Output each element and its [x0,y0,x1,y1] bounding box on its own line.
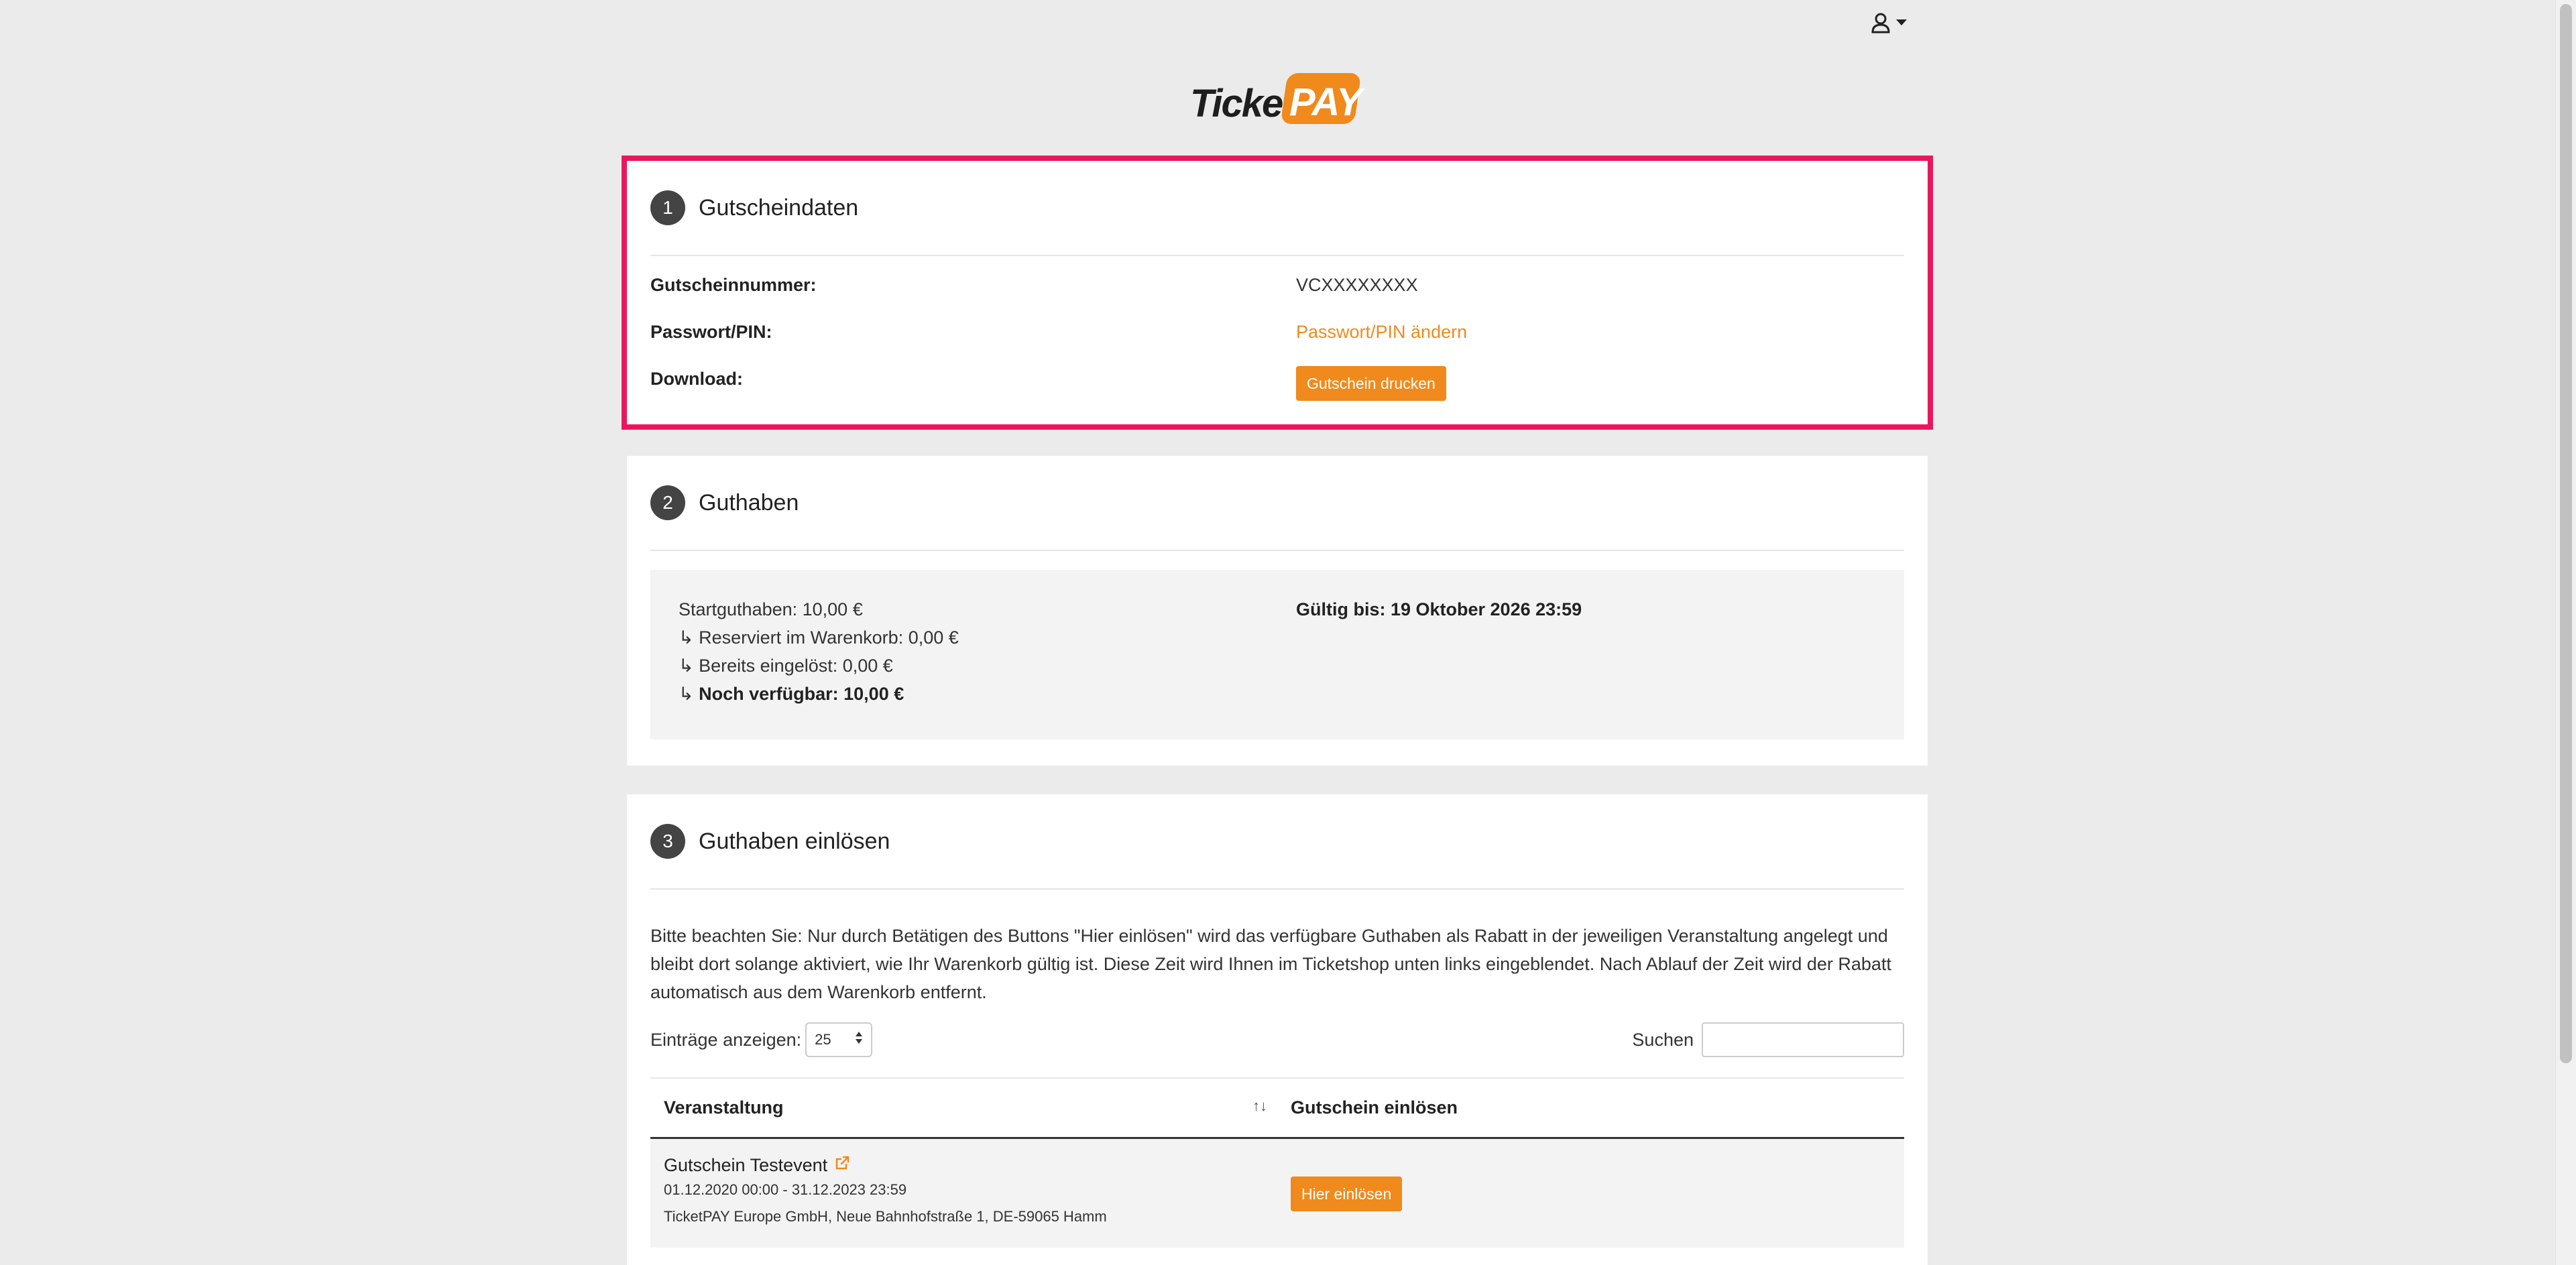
column-event[interactable]: Veranstaltung [664,1079,784,1137]
logo-ticket-text: Ticket [1190,82,1295,125]
entries-select[interactable]: 25 [805,1022,873,1057]
section-title: Guthaben [699,489,799,516]
step-number-1: 1 [650,190,685,225]
voucher-number-label: Gutscheinnummer: [650,275,817,295]
redeem-header: 3 Guthaben einlösen [650,794,1904,890]
entries-control: Einträge anzeigen: 25 [650,1022,873,1057]
event-cell: Gutschein Testevent 01.12.2020 00:00 - 3… [664,1155,1107,1225]
scrollbar[interactable] [2555,0,2576,1265]
reserved-balance: ↳ Reserviert im Warenkorb: 0,00 € [679,627,959,648]
available-value: Noch verfügbar: 10,00 € [699,684,904,704]
voucher-number-value: VCXXXXXXXX [1296,275,1418,295]
password-pin-label: Passwort/PIN: [650,322,772,342]
entries-value: 25 [815,1031,831,1048]
balance-header: 2 Guthaben [650,456,1904,551]
events-table: Veranstaltung ↑↓ Gutschein einlösen Guts… [650,1077,1904,1248]
event-name[interactable]: Gutschein Testevent [664,1155,827,1176]
start-balance: Startguthaben: 10,00 € [679,599,863,619]
available-prefix: ↳ [679,684,699,704]
table-header: Veranstaltung ↑↓ Gutschein einlösen [650,1077,1904,1139]
redeemed-balance: ↳ Bereits eingelöst: 0,00 € [679,656,893,676]
section-title: Guthaben einlösen [699,828,890,854]
redeem-button[interactable]: Hier einlösen [1291,1177,1403,1211]
print-voucher-button[interactable]: Gutschein drucken [1296,366,1446,401]
balance-card: 2 Guthaben Startguthaben: 10,00 € ↳ Rese… [627,456,1928,766]
redeem-notice: Bitte beachten Sie: Nur durch Betätigen … [650,926,1891,1002]
event-venue: TicketPAY Europe GmbH, Neue Bahnhofstraß… [664,1208,1107,1225]
download-label: Download: [650,369,743,389]
entries-label: Einträge anzeigen: [650,1029,802,1050]
search-label: Suchen [1632,1029,1694,1050]
change-pin-link[interactable]: Passwort/PIN ändern [1296,322,1467,343]
ticketpay-logo[interactable]: Ticket PAY [1190,70,1364,131]
event-dates: 01.12.2020 00:00 - 31.12.2023 23:59 [664,1181,907,1198]
redeem-card: 3 Guthaben einlösen Bitte beachten Sie: … [627,794,1928,1265]
voucher-data-header: 1 Gutscheindaten [650,161,1904,256]
search-control: Suchen [1632,1022,1904,1057]
section-title: Gutscheindaten [699,194,859,221]
valid-until: Gültig bis: 19 Oktober 2026 23:59 [1296,599,1582,619]
available-balance: ↳ Noch verfügbar: 10,00 € [679,684,904,705]
scrollbar-thumb[interactable] [2560,4,2572,1063]
balance-summary: Startguthaben: 10,00 € ↳ Reserviert im W… [650,570,1904,739]
search-input[interactable] [1702,1022,1904,1057]
event-name-row: Gutschein Testevent [664,1155,1107,1176]
user-menu[interactable] [1871,9,1907,36]
column-redeem: Gutschein einlösen [1291,1097,1458,1118]
step-number-2: 2 [650,485,685,520]
select-arrows-icon [855,1031,863,1048]
voucher-data-card: 1 Gutscheindaten Gutscheinnummer: VCXXXX… [627,161,1928,424]
sort-icon[interactable]: ↑↓ [1252,1097,1267,1115]
external-link-icon[interactable] [834,1155,850,1176]
step-number-3: 3 [650,824,685,859]
table-row: Gutschein Testevent 01.12.2020 00:00 - 3… [650,1139,1904,1248]
caret-down-icon [1896,19,1907,26]
user-icon [1871,12,1891,34]
logo-pay-text: PAY [1289,80,1362,124]
